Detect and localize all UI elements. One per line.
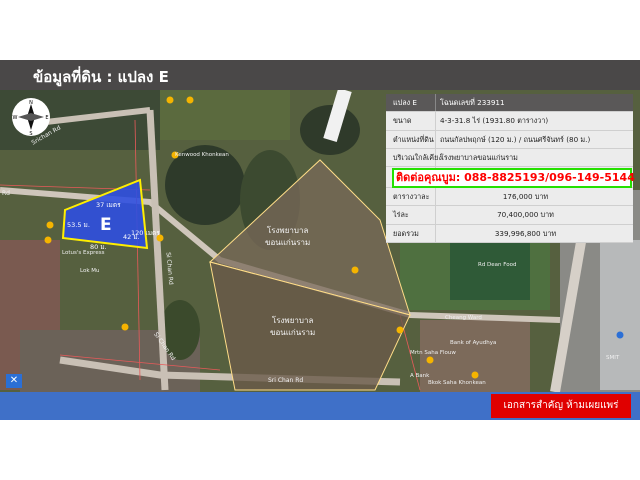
table-cell-value: โฉนดเลขที่ 233911 [440, 98, 505, 107]
plot-label: E [100, 215, 112, 235]
map-place-label: A Bank [410, 373, 430, 379]
table-cell-value: 70,400,000 บาท [497, 210, 554, 220]
table-row: ตารางวาละ 176,000 บาท [386, 188, 633, 207]
map-place-label: Mrtn Saha Flouw [410, 350, 456, 356]
table-row: ตำแหน่งที่ดิน ถนนกัลปพฤกษ์ (120 ม.) / ถน… [386, 130, 633, 149]
map-close-button[interactable]: ✕ [6, 374, 22, 388]
table-cell-label: ขนาด [386, 112, 436, 130]
map-place-label: Cheang Ward [445, 315, 482, 321]
svg-text:W: W [13, 115, 18, 121]
plot-dim-top: 37 เมตร [96, 201, 121, 209]
table-cell-value: 339,996,800 บาท [494, 228, 557, 238]
map-place-label: Rd Dean Food [478, 262, 517, 268]
hospital-label-line1: โรงพยาบาล [266, 226, 309, 235]
svg-text:E: E [45, 115, 48, 121]
confidential-note: เอกสารสำคัญ ห้ามเผยแพร่ [491, 394, 631, 418]
map-place-label: Bank of Ayudhya [450, 340, 497, 346]
map-place-label: Kenwood Khonkean [175, 152, 229, 158]
hospital-label-line2: ขอนแก่นราม [265, 238, 311, 247]
page-header: ข้อมูลที่ดิน : แปลง E [0, 60, 640, 90]
table-row: ขนาด 4-3-31.8 ไร่ (1931.80 ตารางวา) [386, 112, 633, 131]
page-title: ข้อมูลที่ดิน : แปลง E [33, 68, 169, 86]
table-header-row: แปลง E โฉนดเลขที่ 233911 [386, 94, 633, 113]
hospital-label-line2: ขอนแก่นราม [270, 328, 316, 337]
plot-dim-left: 53.5 ม. [67, 221, 90, 229]
svg-text:N: N [29, 100, 33, 106]
map-place-label: Lok Mu [80, 268, 100, 274]
table-row: บริเวณใกล้เคียง โรงพยาบาลขอนแก่นราม [386, 148, 633, 168]
map-place-label: Lotus's Express [62, 250, 105, 256]
svg-text:S: S [29, 131, 32, 136]
hospital-label-south: โรงพยาบาล ขอนแก่นราม [270, 315, 315, 339]
table-cell-value: 4-3-31.8 ไร่ (1931.80 ตารางวา) [440, 116, 549, 126]
plot-dim-bottom-right: 42 ม. [123, 233, 140, 241]
table-cell-value: 176,000 บาท [502, 192, 549, 202]
table-cell-label: ตำแหน่งที่ดิน [386, 130, 436, 148]
road-label: Rd [2, 190, 10, 197]
compass-icon: N S E W [12, 98, 50, 136]
map-place-label: Bkok Saha Khonkean [428, 380, 486, 386]
table-row: ไร่ละ 70,400,000 บาท [386, 206, 633, 225]
hospital-label-north: โรงพยาบาล ขอนแก่นราม [265, 225, 310, 249]
table-cell-label: ไร่ละ [386, 206, 436, 224]
contact-banner: ติดต่อคุณบูม: 088-8825193/096-149-5144 [392, 168, 635, 188]
page-footer: เอกสารสำคัญ ห้ามเผยแพร่ [0, 392, 640, 420]
compass-rose: N S E W [13, 100, 49, 136]
table-cell-label: แปลง E [386, 94, 436, 112]
table-cell-value: โรงพยาบาลขอนแก่นราม [440, 152, 518, 162]
table-cell-label: ยอดรวม [386, 224, 436, 243]
hospital-label-line1: โรงพยาบาล [271, 316, 314, 325]
table-row: ยอดรวม 339,996,800 บาท [386, 224, 633, 244]
table-cell-label: ตารางวาละ [386, 188, 436, 206]
map-place-label: SMIT [606, 355, 620, 361]
table-cell-label: บริเวณใกล้เคียง [386, 148, 442, 167]
satellite-map[interactable]: N S E W E 37 เมตร 53.5 ม. 120 เมตร 80 ม.… [0, 90, 640, 392]
table-cell-value: ถนนกัลปพฤกษ์ (120 ม.) / ถนนศรีจันทร์ (80… [440, 134, 591, 144]
road-label: Sri Chan Rd [268, 377, 304, 384]
